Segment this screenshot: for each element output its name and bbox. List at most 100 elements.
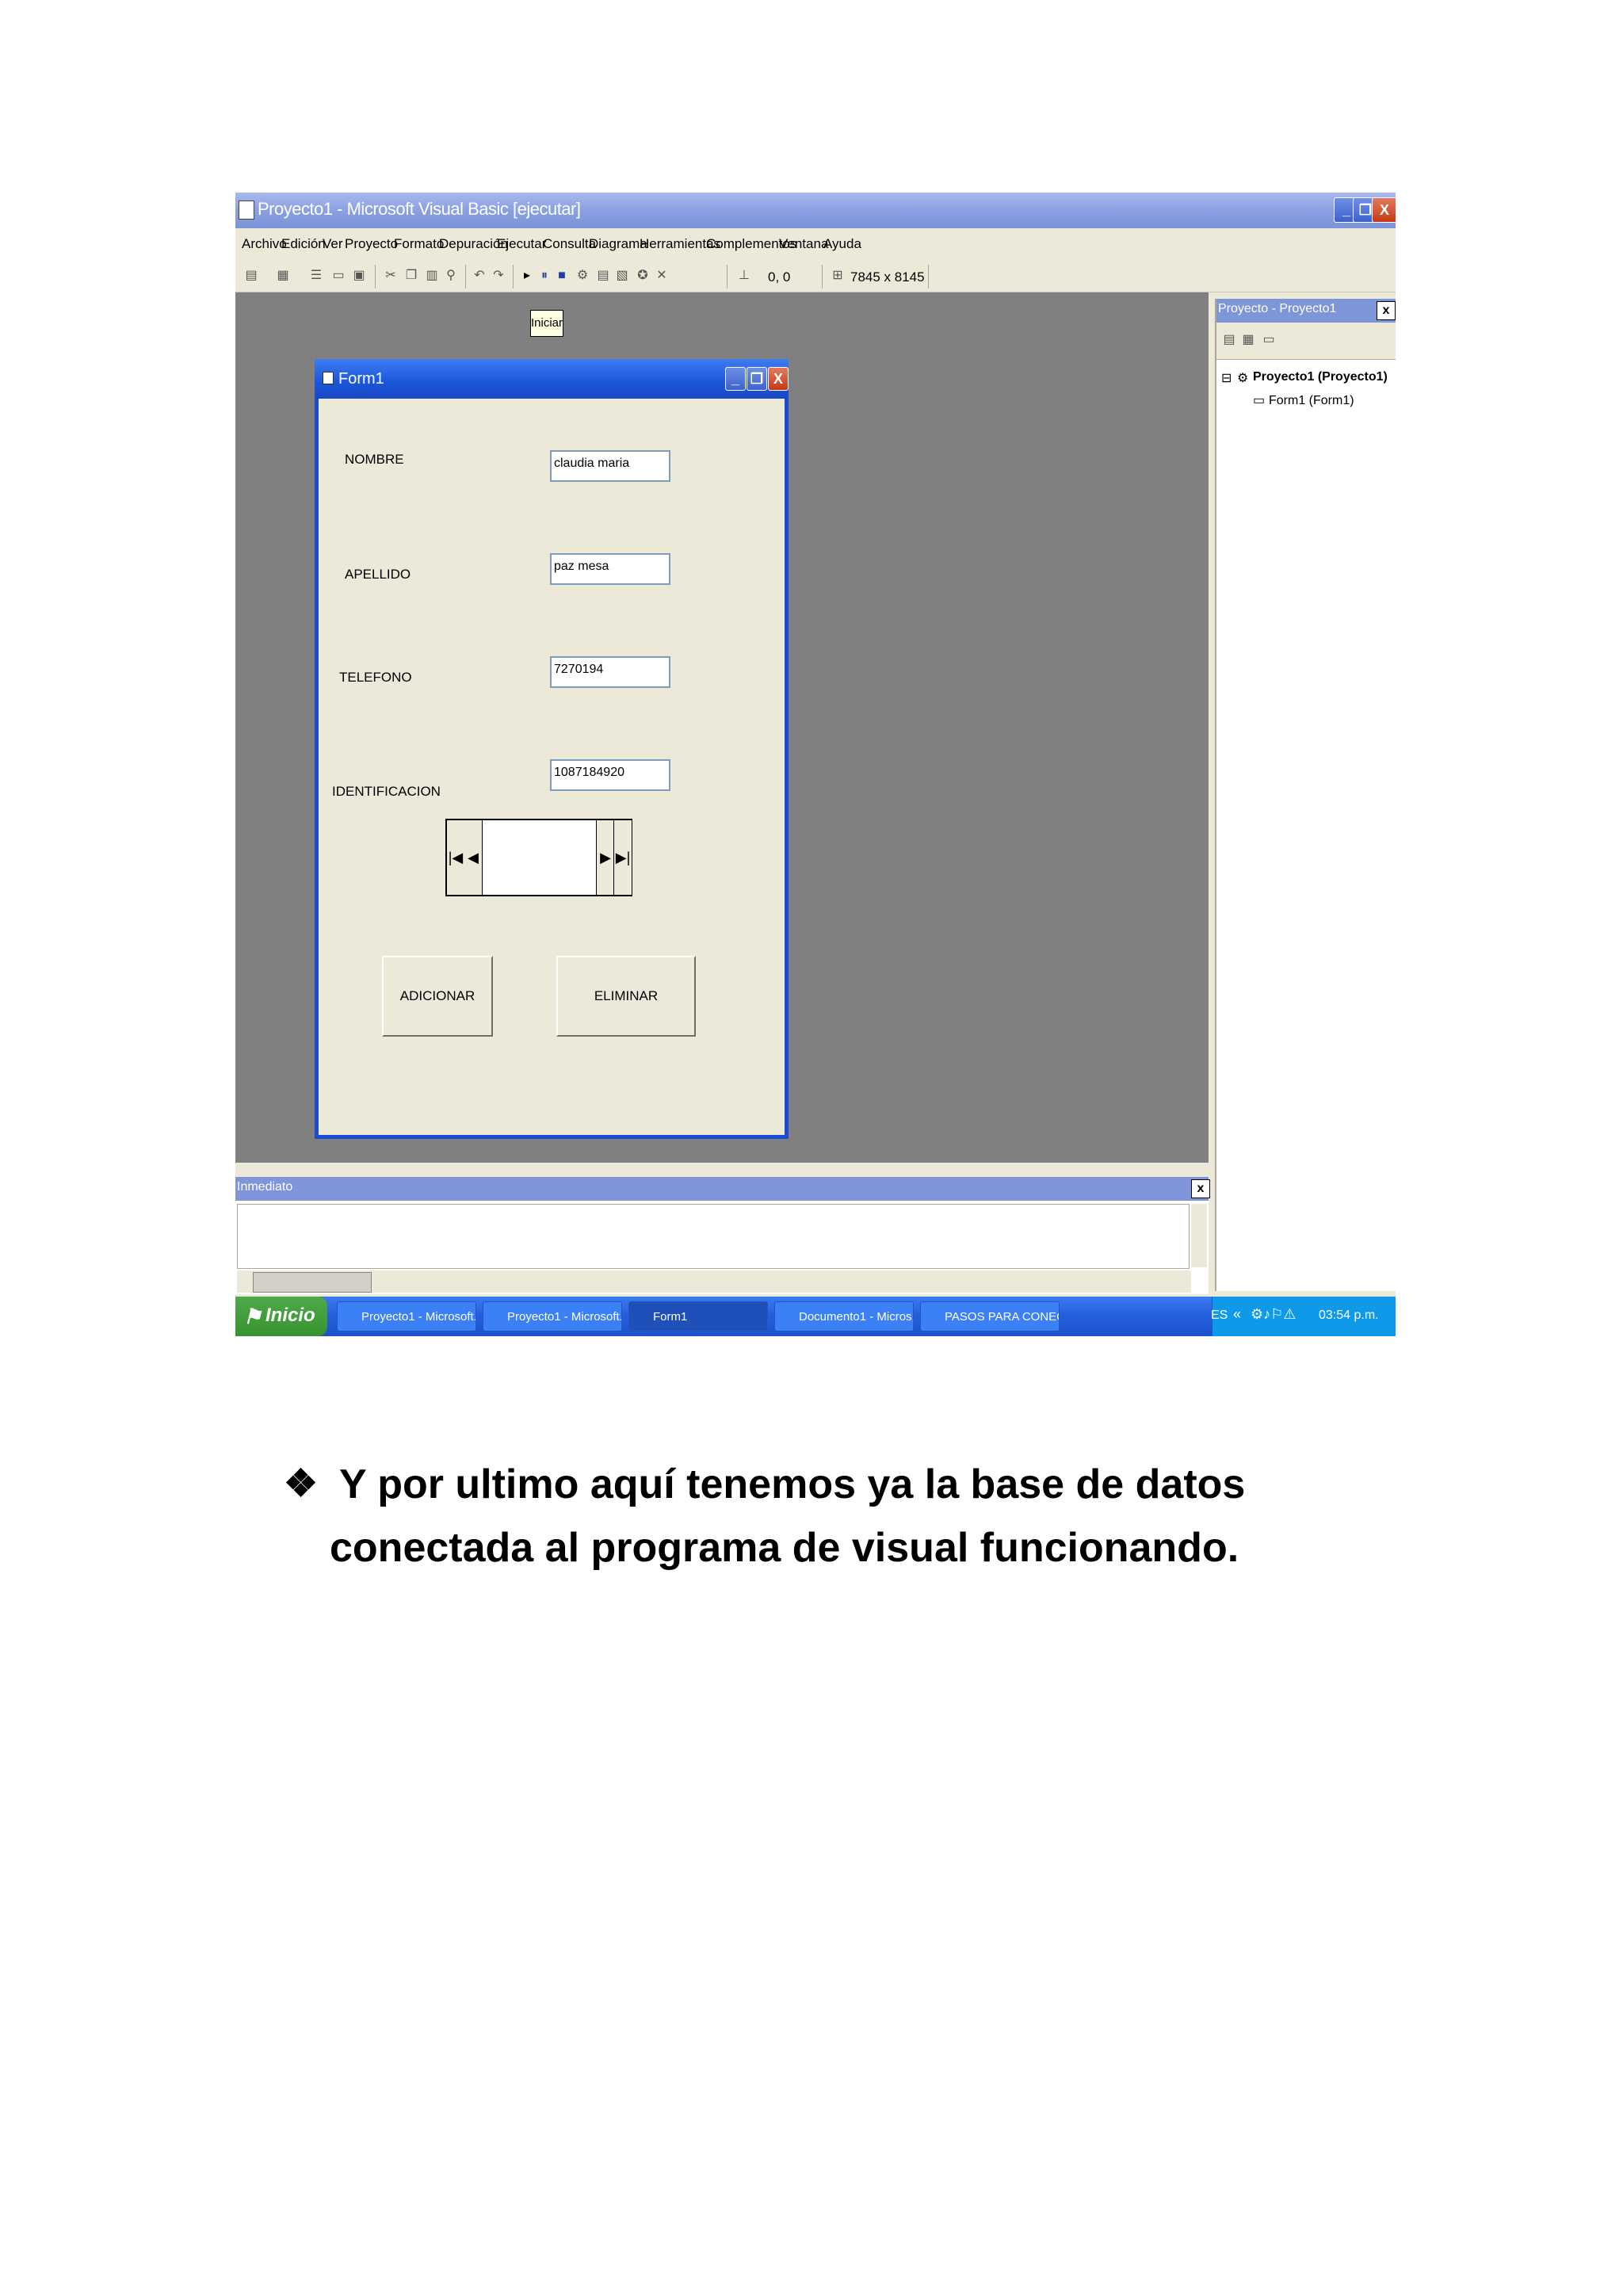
project-explorer-close-button[interactable]: x xyxy=(1377,301,1396,320)
form1-title: Form1 xyxy=(338,370,384,388)
menu-ventana[interactable]: Ventana xyxy=(779,236,828,252)
menu-diagrama[interactable]: Diagrama xyxy=(589,236,647,252)
redo-icon[interactable]: ↷ xyxy=(491,268,506,284)
menu-ver[interactable]: Ver xyxy=(323,236,343,252)
menu-archivo[interactable]: Archivo xyxy=(242,236,287,252)
menu-editor-icon[interactable]: ☰ xyxy=(308,268,324,284)
vertical-scrollbar[interactable] xyxy=(1191,1204,1207,1267)
task-pasos-para-conec[interactable]: PASOS PARA CONEC... xyxy=(920,1301,1060,1331)
start-tooltip: Iniciar xyxy=(530,310,563,337)
add-form-icon[interactable]: ▦ xyxy=(275,268,291,284)
caption-line-2: conectada al programa de visual funciona… xyxy=(330,1525,1239,1571)
apellido-label: APELLIDO xyxy=(345,567,411,582)
menu-ayuda[interactable]: Ayuda xyxy=(823,236,861,252)
apellido-field[interactable]: paz mesa xyxy=(550,553,670,585)
horizontal-scrollbar[interactable] xyxy=(237,1270,1191,1293)
immediate-title: Inmediato xyxy=(237,1180,293,1194)
task-form1[interactable]: Form1 xyxy=(628,1301,768,1331)
next-record-button[interactable]: ▶ xyxy=(596,820,615,895)
form1-title-bar: Form1 _ ❐ X xyxy=(315,359,789,399)
immediate-close-button[interactable]: x xyxy=(1191,1179,1210,1198)
toggle-folders-icon[interactable]: ▭ xyxy=(1261,332,1277,348)
form-position-readout: 0, 0 xyxy=(768,269,791,285)
immediate-window: Inmediato x xyxy=(235,1177,1210,1294)
menu-proyecto[interactable]: Proyecto xyxy=(345,236,398,252)
add-project-icon[interactable]: ▤ xyxy=(243,268,259,284)
language-indicator[interactable]: ES xyxy=(1211,1308,1228,1323)
view-code-icon[interactable]: ▤ xyxy=(1221,332,1237,348)
telefono-field[interactable]: 7270194 xyxy=(550,656,670,688)
immediate-text-area[interactable] xyxy=(237,1204,1190,1269)
save-project-icon[interactable]: ▣ xyxy=(351,268,367,284)
vb-ide-screenshot: Proyecto1 - Microsoft Visual Basic [ejec… xyxy=(235,193,1396,1336)
start-button[interactable]: ⚑ Inicio xyxy=(235,1297,327,1336)
nombre-field[interactable]: claudia maria xyxy=(550,450,670,482)
menu-formato[interactable]: Formato xyxy=(394,236,444,252)
size-icon: ⊞ xyxy=(832,269,843,282)
immediate-title-bar: Inmediato x xyxy=(235,1177,1210,1201)
identificacion-field[interactable]: 1087184920 xyxy=(550,759,670,791)
position-icon: ⊥ xyxy=(739,269,750,282)
undo-icon[interactable]: ↶ xyxy=(472,268,487,284)
toolbar-separator xyxy=(928,265,929,288)
toolbox-icon[interactable]: ✕ xyxy=(654,268,670,284)
tree-expander-icon[interactable]: ⊟ xyxy=(1221,370,1232,386)
project-node-icon: ⚙ xyxy=(1237,372,1249,385)
nombre-label: NOMBRE xyxy=(345,452,404,467)
form-node[interactable]: Form1 (Form1) xyxy=(1269,394,1354,408)
properties-window-icon[interactable]: ▤ xyxy=(595,268,611,284)
project-explorer-title: Proyecto - Proyecto1 xyxy=(1218,302,1337,315)
find-icon[interactable]: ⚲ xyxy=(443,268,459,284)
tray-expand-icon[interactable]: « xyxy=(1233,1306,1241,1323)
form1-window: Form1 _ ❐ X NOMBRE claudia maria APELLID… xyxy=(315,359,789,1139)
open-project-icon[interactable]: ▭ xyxy=(330,268,346,284)
view-object-icon[interactable]: ▦ xyxy=(1240,332,1256,348)
clock: 03:54 p.m. xyxy=(1319,1308,1379,1322)
data-navigator: |◀ ◀ ▶ ▶| xyxy=(445,819,632,896)
stop-icon[interactable]: ■ xyxy=(554,268,570,284)
menu-ejecutar[interactable]: Ejecutar xyxy=(497,236,546,252)
task-documento1[interactable]: Documento1 - Micros... xyxy=(774,1301,914,1331)
scrollbar-thumb[interactable] xyxy=(253,1272,372,1293)
start-label: Inicio xyxy=(265,1305,315,1326)
tray-icons[interactable]: ⚙♪⚐⚠ xyxy=(1251,1306,1296,1323)
ide-window-title: Proyecto1 - Microsoft Visual Basic [ejec… xyxy=(258,199,581,219)
first-record-button[interactable]: |◀ xyxy=(447,820,465,895)
close-button[interactable]: X xyxy=(1372,197,1396,223)
cut-icon[interactable]: ✂ xyxy=(383,268,399,284)
pause-icon[interactable]: ⏸ xyxy=(537,268,552,284)
toolbar-separator xyxy=(375,265,376,288)
object-browser-icon[interactable]: ✪ xyxy=(635,268,651,284)
delete-button[interactable]: ELIMINAR xyxy=(556,956,696,1037)
form1-minimize-button[interactable]: _ xyxy=(725,367,746,391)
form-node-icon: ▭ xyxy=(1253,394,1266,407)
toolbar-separator xyxy=(465,265,466,288)
form-layout-icon[interactable]: ▧ xyxy=(614,268,630,284)
toolbar-separator xyxy=(822,265,823,288)
last-record-button[interactable]: ▶| xyxy=(613,820,632,895)
form-icon xyxy=(323,372,334,384)
caption-line-1: Y por ultimo aquí tenemos ya la base de … xyxy=(339,1461,1246,1507)
windows-taskbar: ⚑ Inicio Proyecto1 - Microsoft... Proyec… xyxy=(235,1297,1396,1336)
previous-record-button[interactable]: ◀ xyxy=(464,820,483,895)
identificacion-label: IDENTIFICACION xyxy=(332,784,441,799)
form1-close-button[interactable]: X xyxy=(768,367,789,391)
project-explorer-toolbar: ▤ ▦ ▭ xyxy=(1216,323,1396,360)
menu-edicion[interactable]: Edición xyxy=(281,236,326,252)
start-icon[interactable]: ▸ xyxy=(519,268,535,284)
copy-icon[interactable]: ❐ xyxy=(403,268,419,284)
add-button[interactable]: ADICIONAR xyxy=(382,956,493,1037)
system-tray: ES « ⚙♪⚐⚠ 03:54 p.m. xyxy=(1211,1297,1396,1336)
standard-toolbar: ▤ ▦ ☰ ▭ ▣ ✂ ❐ ▥ ⚲ ↶ ↷ ▸ ⏸ ■ ⚙ ▤ ▧ ✪ ✕ ⊥ … xyxy=(235,260,1396,292)
project-explorer-icon[interactable]: ⚙ xyxy=(575,268,590,284)
project-explorer-title-bar: Proyecto - Proyecto1 x xyxy=(1216,299,1396,323)
form1-maximize-button[interactable]: ❐ xyxy=(747,367,767,391)
task-proyecto1-2[interactable]: Proyecto1 - Microsoft... xyxy=(483,1301,622,1331)
mdi-workspace: Iniciar Form1 _ ❐ X NOMBRE claudia maria… xyxy=(235,292,1209,1163)
windows-logo-icon: ⚑ xyxy=(243,1305,262,1328)
task-proyecto1-1[interactable]: Proyecto1 - Microsoft... xyxy=(337,1301,476,1331)
project-explorer: Proyecto - Proyecto1 x ▤ ▦ ▭ ⊟ ⚙ Proyect… xyxy=(1215,299,1396,1291)
paste-icon[interactable]: ▥ xyxy=(424,268,440,284)
project-node[interactable]: Proyecto1 (Proyecto1) xyxy=(1253,370,1388,384)
ide-title-bar: Proyecto1 - Microsoft Visual Basic [ejec… xyxy=(235,193,1396,228)
